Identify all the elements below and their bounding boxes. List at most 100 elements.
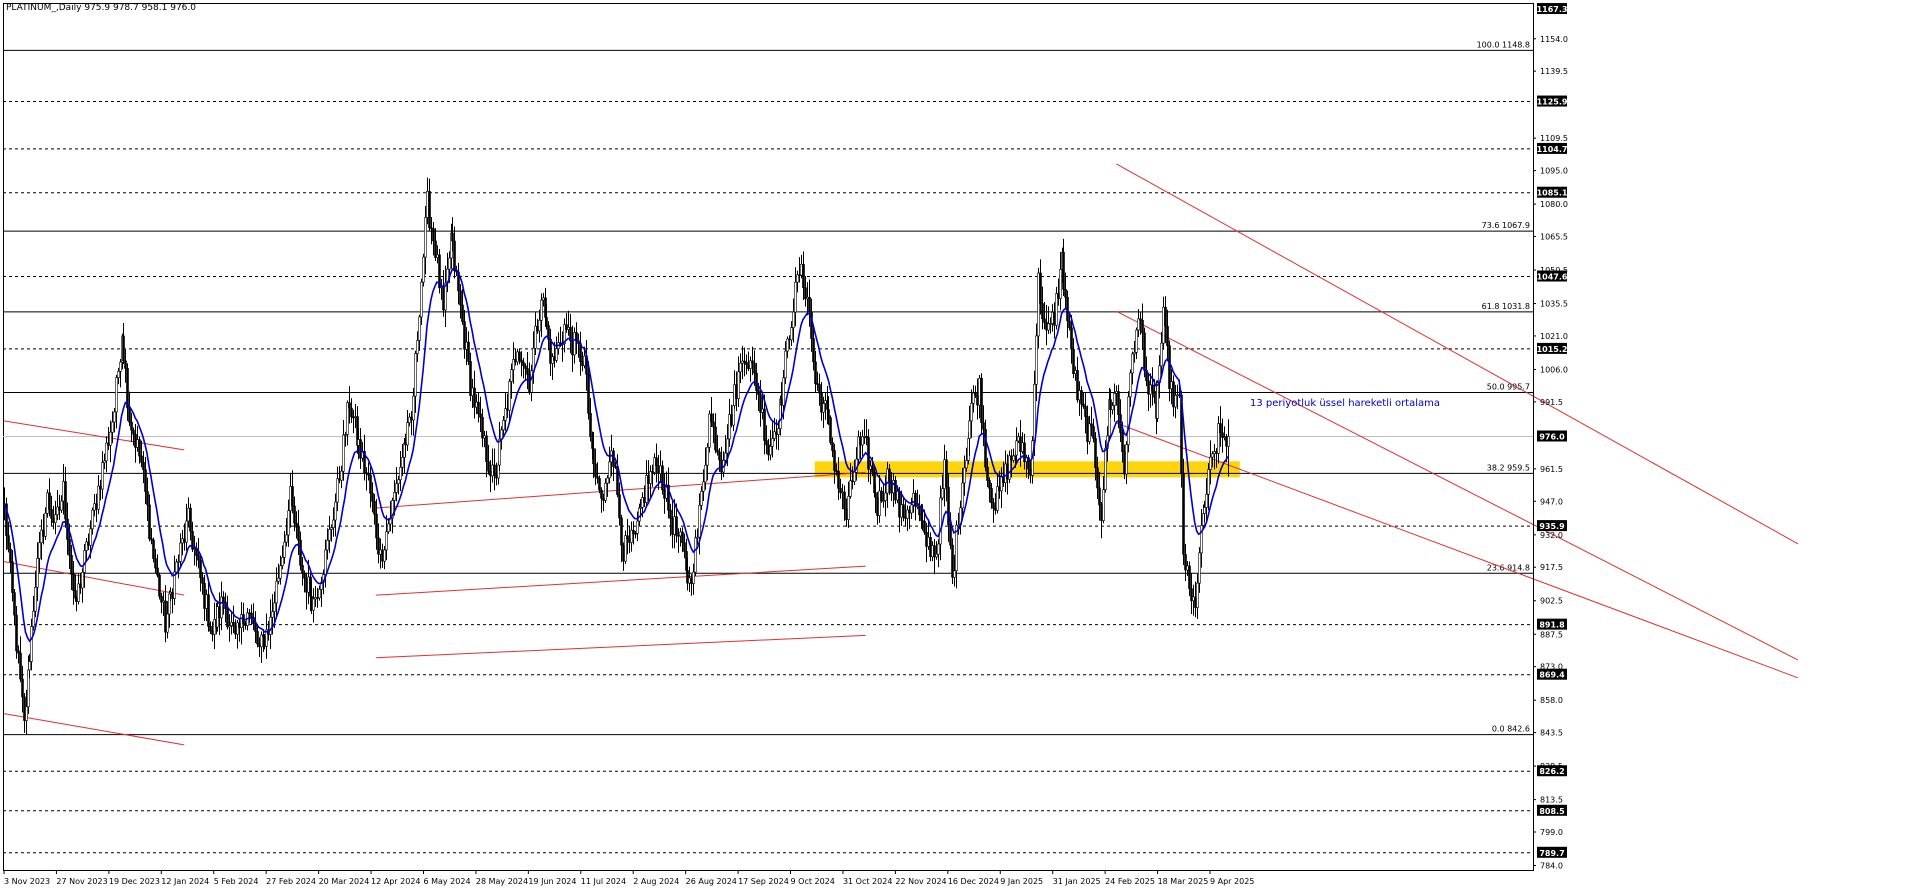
candle-body bbox=[11, 561, 14, 593]
candle-body bbox=[827, 409, 830, 418]
candle-body bbox=[757, 390, 760, 395]
candle-body bbox=[152, 539, 155, 559]
candle-body bbox=[712, 421, 715, 428]
candle-body bbox=[1076, 370, 1079, 401]
candle-body bbox=[974, 392, 977, 396]
candle-body bbox=[328, 529, 331, 541]
candle-body bbox=[1109, 399, 1112, 411]
candle-body bbox=[704, 464, 707, 483]
candle-body bbox=[1215, 451, 1218, 454]
candle-body bbox=[132, 429, 135, 435]
candle-body bbox=[1111, 405, 1114, 411]
candle-body bbox=[1086, 416, 1089, 442]
candle-body bbox=[299, 539, 302, 566]
candle-body bbox=[293, 505, 296, 524]
candle-body bbox=[763, 408, 766, 441]
candle-body bbox=[234, 625, 237, 635]
candle-body bbox=[279, 565, 282, 579]
candle-body bbox=[833, 450, 836, 471]
candle-body bbox=[336, 478, 339, 503]
price-chart[interactable]: 100.0 1148.8 73.6 1067.9 61.8 1031.8 50.0 9… bbox=[0, 0, 1916, 888]
candle-body bbox=[1082, 403, 1085, 407]
candle-body bbox=[765, 440, 768, 446]
candle-body bbox=[1090, 423, 1093, 427]
candle-body bbox=[1127, 396, 1130, 445]
candle-body bbox=[724, 452, 727, 461]
price-tick-label: 1021.0 bbox=[1540, 332, 1568, 341]
candle-body bbox=[792, 311, 795, 328]
chart-window: PLATINUM_,Daily 975.9 978.7 958.1 976.0 … bbox=[0, 0, 1916, 888]
price-tick-label: 858.0 bbox=[1540, 696, 1563, 705]
candle-body bbox=[1064, 289, 1067, 298]
candle-body bbox=[1123, 451, 1126, 475]
candle-body bbox=[1135, 329, 1138, 353]
candle-body bbox=[301, 565, 304, 574]
price-box-label: 808.5 bbox=[1539, 807, 1565, 816]
candle-body bbox=[109, 431, 112, 446]
candle-body bbox=[50, 509, 53, 519]
candle-body bbox=[538, 319, 541, 332]
candle-body bbox=[589, 413, 592, 437]
candle-body bbox=[790, 327, 793, 341]
candle-body bbox=[395, 483, 398, 493]
time-tick-label: 16 Dec 2024 bbox=[948, 877, 999, 886]
candle-body bbox=[99, 485, 102, 490]
candle-body bbox=[44, 512, 47, 537]
candle-body bbox=[1178, 394, 1181, 397]
candle-body bbox=[283, 541, 286, 558]
candle-body bbox=[199, 559, 202, 578]
candle-body bbox=[230, 622, 233, 626]
fib-label: 73.6 1067.9 bbox=[1482, 221, 1530, 230]
candle-body bbox=[117, 371, 120, 378]
candle-body bbox=[716, 449, 719, 453]
candle-body bbox=[256, 631, 259, 645]
time-tick-label: 12 Apr 2024 bbox=[371, 877, 420, 886]
fib-label: 61.8 1031.8 bbox=[1482, 302, 1530, 311]
candle-body bbox=[1170, 381, 1173, 389]
candle-body bbox=[636, 520, 639, 534]
candle-body bbox=[1223, 436, 1226, 438]
candle-body bbox=[555, 348, 558, 361]
price-box-label: 1167.3 bbox=[1537, 5, 1568, 14]
candles-group bbox=[3, 177, 1230, 735]
time-tick-label: 20 Mar 2024 bbox=[319, 877, 370, 886]
time-tick-label: 12 Jan 2024 bbox=[161, 877, 209, 886]
candle-body bbox=[941, 488, 944, 499]
candle-body bbox=[618, 494, 621, 519]
candle-body bbox=[1049, 323, 1052, 325]
fib-label: 23.6 914.8 bbox=[1487, 563, 1530, 572]
candle-body bbox=[158, 574, 161, 597]
candle-body bbox=[89, 528, 92, 546]
price-tick-label: 1109.5 bbox=[1540, 134, 1568, 143]
candle-body bbox=[250, 612, 253, 618]
price-tick-label: 799.0 bbox=[1540, 828, 1563, 837]
price-box-label: 1015.2 bbox=[1537, 345, 1568, 354]
price-tick-label: 947.0 bbox=[1540, 497, 1563, 506]
candle-body bbox=[961, 482, 964, 509]
price-box-label: 1047.6 bbox=[1537, 273, 1568, 282]
candle-body bbox=[1023, 442, 1026, 462]
candle-body bbox=[1062, 251, 1065, 290]
candle-body bbox=[1205, 493, 1208, 508]
candle-body bbox=[38, 542, 41, 559]
candle-body bbox=[1137, 318, 1140, 331]
candle-body bbox=[626, 535, 629, 539]
candle-body bbox=[1117, 391, 1120, 415]
candle-body bbox=[25, 706, 28, 721]
candle-body bbox=[1182, 473, 1185, 555]
candle-body bbox=[140, 455, 143, 463]
candle-body bbox=[1160, 342, 1163, 367]
price-tick-label: 932.0 bbox=[1540, 531, 1563, 540]
price-tick-label: 991.5 bbox=[1540, 398, 1563, 407]
candle-body bbox=[275, 580, 278, 604]
candle-body bbox=[418, 316, 421, 341]
fib-label: 50.0 995.7 bbox=[1487, 382, 1530, 391]
candle-body bbox=[849, 480, 852, 497]
candle-body bbox=[1194, 596, 1197, 608]
candle-body bbox=[424, 217, 427, 258]
candle-body bbox=[183, 538, 186, 543]
candle-body bbox=[1196, 582, 1199, 608]
candle-body bbox=[1221, 432, 1224, 438]
candle-body bbox=[1149, 384, 1152, 395]
candle-body bbox=[522, 361, 525, 367]
